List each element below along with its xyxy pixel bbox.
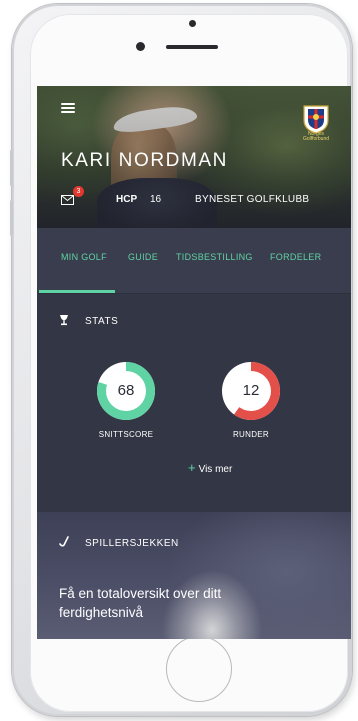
tab-tidsbestilling[interactable]: TIDSBESTILLING (176, 252, 253, 262)
unread-badge: 3 (73, 186, 84, 197)
federation-name: Norges Golfforbund (302, 131, 330, 142)
spillersjekken-title: SPILLERSJEKKEN (85, 538, 179, 549)
front-camera (136, 42, 145, 51)
spillersjekken-card[interactable]: SPILLERSJEKKEN Få en totaloversikt over … (37, 512, 351, 639)
earpiece-speaker (166, 45, 218, 49)
show-more-label: Vis mer (198, 464, 233, 475)
tab-fordeler[interactable]: FORDELER (270, 252, 321, 262)
trophy-icon (60, 315, 68, 326)
show-more-button[interactable]: + Vis mer (188, 460, 232, 475)
tab-bar: MIN GOLF GUIDE TIDSBESTILLING FORDELER (37, 228, 351, 294)
spillersjekken-text: Få en totaloversikt over ditt ferdighets… (59, 586, 222, 620)
menu-icon[interactable] (61, 103, 75, 113)
runder-label: RUNDER (232, 430, 270, 439)
plus-icon: + (188, 460, 196, 475)
snittscore-value: 68 (117, 382, 135, 399)
mail-icon[interactable] (61, 195, 74, 205)
snittscore-label: SNITTSCORE (98, 430, 154, 439)
home-button[interactable] (166, 636, 232, 702)
runder-value: 12 (242, 382, 260, 399)
sensor-dot (189, 20, 196, 27)
crest-icon (303, 105, 329, 134)
hcp-label: HCP (116, 194, 138, 205)
volume-up-button (10, 150, 13, 186)
checkmark-icon (59, 536, 69, 547)
stats-section: STATS 68 SNITTSCORE 12 RUNDER + Vis mer (37, 294, 351, 512)
tab-guide[interactable]: GUIDE (128, 252, 158, 262)
hcp-value: 16 (150, 194, 162, 205)
app-screen: Norges Golfforbund KARI NORDMAN 3 HCP 16… (37, 86, 351, 639)
tab-min-golf[interactable]: MIN GOLF (61, 252, 107, 262)
club-name: BYNESET GOLFKLUBB (195, 194, 310, 205)
profile-header: Norges Golfforbund KARI NORDMAN 3 HCP 16… (37, 86, 351, 238)
player-name: KARI NORDMAN (61, 150, 228, 171)
stats-title: STATS (85, 316, 119, 327)
volume-down-button (10, 200, 13, 236)
